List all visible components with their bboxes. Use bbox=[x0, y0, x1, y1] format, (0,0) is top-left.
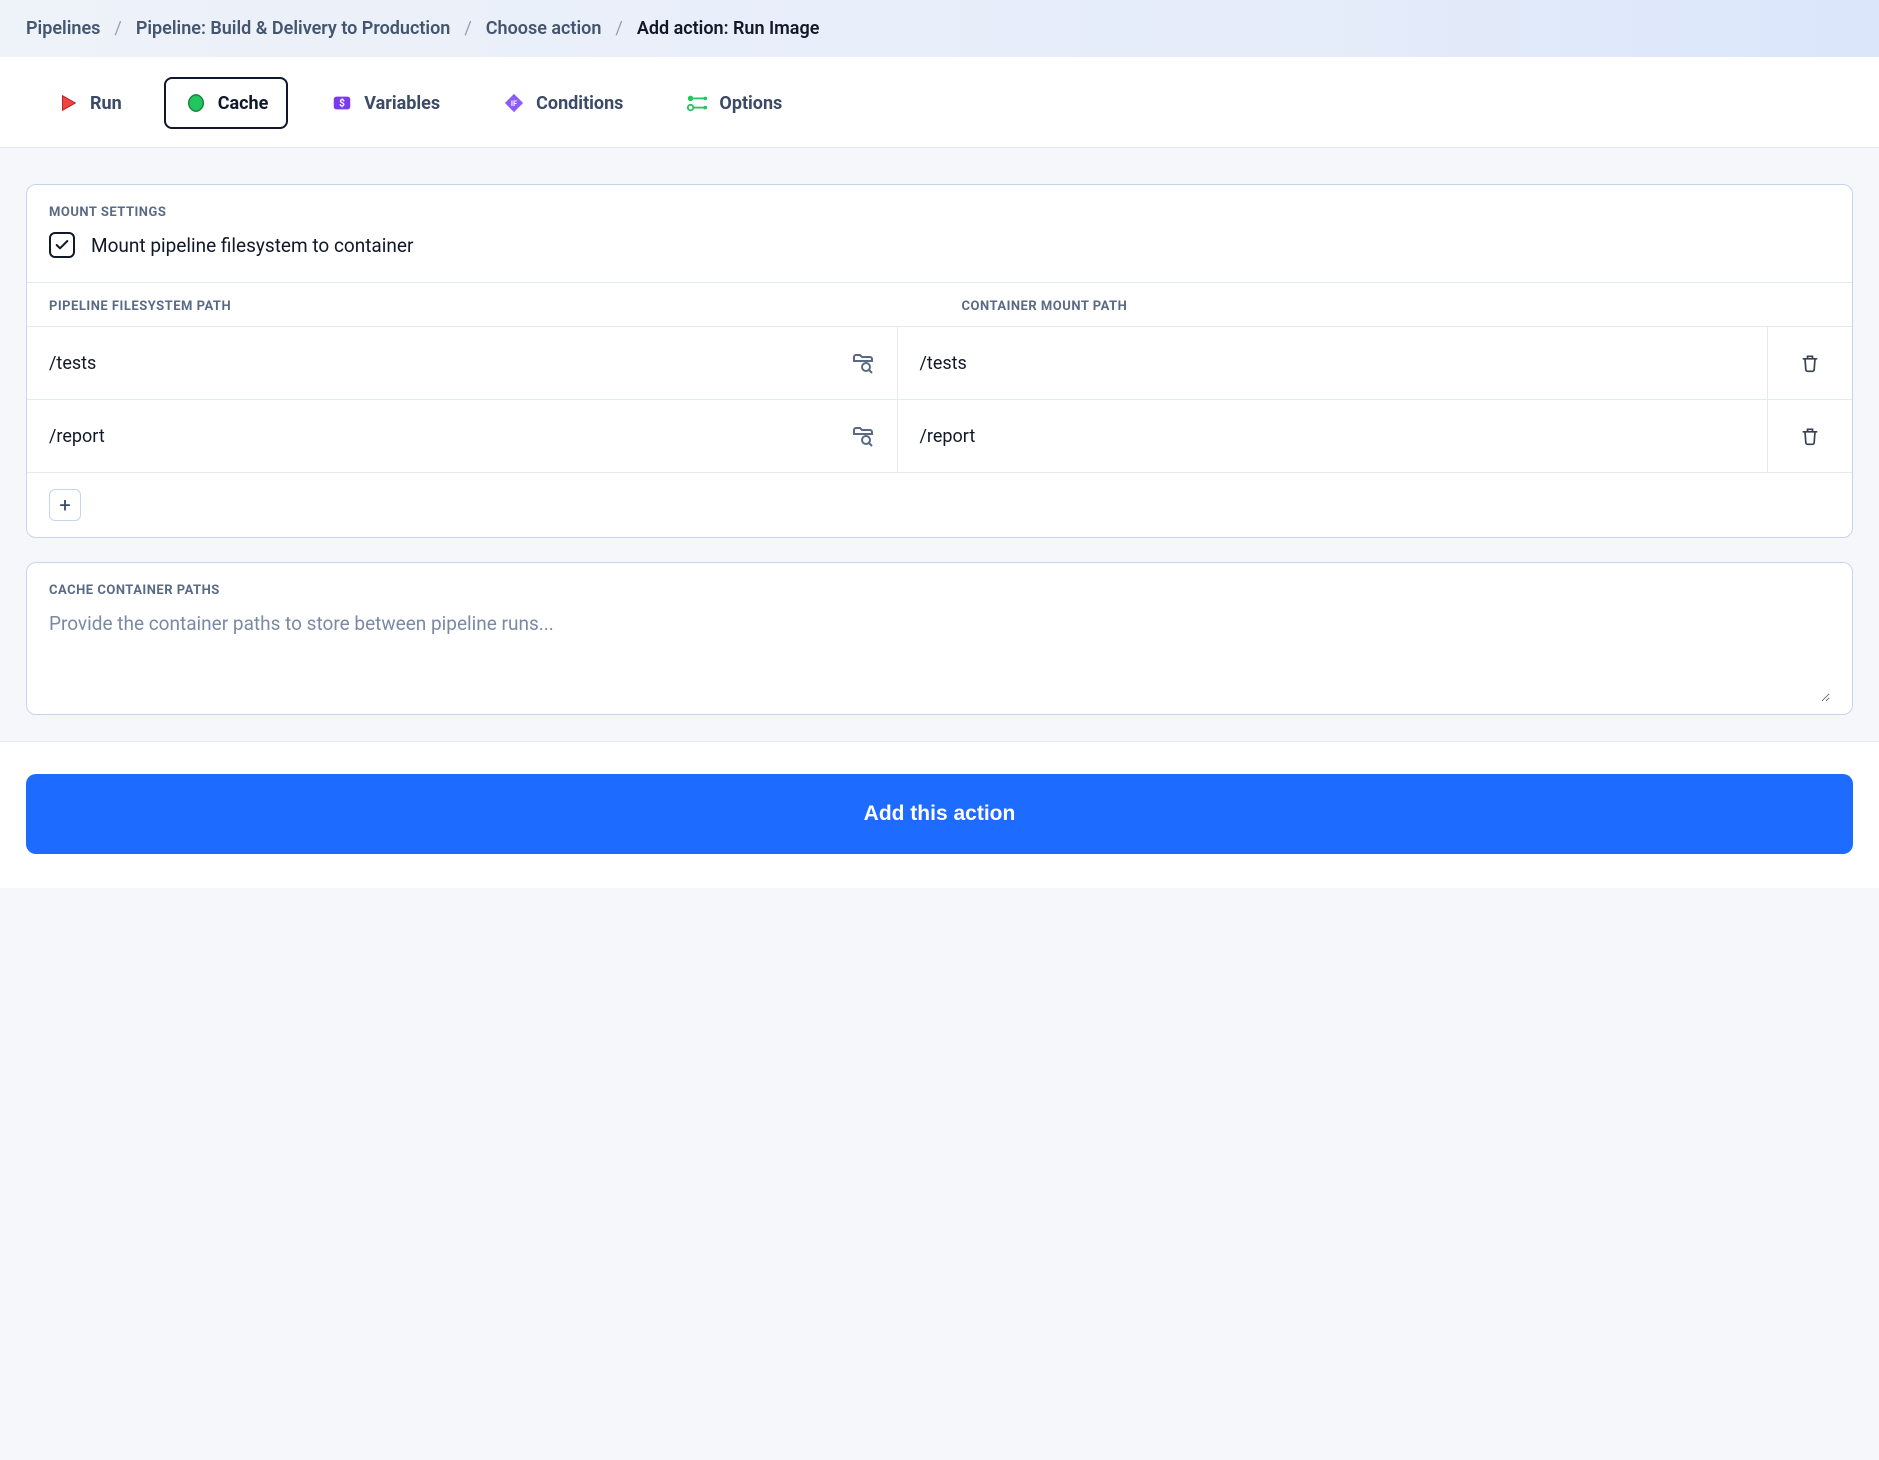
breadcrumb-separator: / bbox=[615, 18, 622, 39]
column-header-container-path: CONTAINER MOUNT PATH bbox=[940, 283, 1853, 326]
container-path-input[interactable]: /tests bbox=[898, 327, 1769, 399]
svg-text:$: $ bbox=[339, 97, 345, 110]
svg-text:IF: IF bbox=[511, 99, 517, 108]
column-header-pipeline-path: PIPELINE FILESYSTEM PATH bbox=[27, 283, 940, 326]
path-value: /report bbox=[49, 426, 105, 447]
breadcrumb-link-pipeline[interactable]: Pipeline: Build & Delivery to Production bbox=[136, 18, 450, 39]
breadcrumb-link-choose-action[interactable]: Choose action bbox=[486, 18, 602, 39]
pipeline-path-input[interactable]: /tests bbox=[27, 327, 898, 399]
dollar-badge-icon: $ bbox=[330, 91, 354, 115]
cache-paths-textarea[interactable] bbox=[49, 612, 1830, 702]
add-path-button[interactable]: + bbox=[49, 489, 81, 521]
mount-row: /report /report bbox=[27, 400, 1852, 473]
breadcrumb-separator: / bbox=[464, 18, 471, 39]
tab-conditions[interactable]: IF Conditions bbox=[482, 77, 643, 129]
breadcrumb-current: Add action: Run Image bbox=[637, 18, 820, 39]
breadcrumb-bar: Pipelines / Pipeline: Build & Delivery t… bbox=[0, 0, 1879, 57]
cache-paths-heading: CACHE CONTAINER PATHS bbox=[49, 583, 1830, 598]
path-value: /report bbox=[920, 426, 976, 447]
check-icon bbox=[54, 237, 70, 253]
breadcrumb-separator: / bbox=[114, 18, 121, 39]
container-path-input[interactable]: /report bbox=[898, 400, 1769, 472]
tabs-bar: Run Cache $ Variables IF Conditions Opti… bbox=[0, 57, 1879, 148]
plus-icon: + bbox=[59, 493, 70, 517]
mount-checkbox[interactable] bbox=[49, 232, 75, 258]
mount-settings-panel: MOUNT SETTINGS Mount pipeline filesystem… bbox=[26, 184, 1853, 538]
trash-icon bbox=[1800, 426, 1820, 446]
tab-label: Conditions bbox=[536, 93, 623, 114]
tab-run[interactable]: Run bbox=[36, 77, 142, 129]
trash-icon bbox=[1800, 353, 1820, 373]
mount-settings-heading: MOUNT SETTINGS bbox=[27, 185, 1852, 232]
tab-options[interactable]: Options bbox=[665, 77, 802, 129]
mount-row: /tests /tests bbox=[27, 327, 1852, 400]
cache-icon bbox=[184, 91, 208, 115]
pipeline-path-input[interactable]: /report bbox=[27, 400, 898, 472]
tab-cache[interactable]: Cache bbox=[164, 77, 289, 129]
tab-label: Cache bbox=[218, 93, 269, 114]
footer-bar: Add this action bbox=[0, 741, 1879, 888]
delete-row-button[interactable] bbox=[1800, 426, 1820, 446]
tab-label: Options bbox=[719, 93, 782, 114]
cache-paths-panel: CACHE CONTAINER PATHS bbox=[26, 562, 1853, 715]
diamond-if-icon: IF bbox=[502, 91, 526, 115]
browse-folder-icon[interactable] bbox=[851, 351, 875, 375]
tab-label: Variables bbox=[364, 93, 440, 114]
breadcrumb: Pipelines / Pipeline: Build & Delivery t… bbox=[26, 18, 1853, 39]
breadcrumb-link-pipelines[interactable]: Pipelines bbox=[26, 18, 100, 39]
tab-variables[interactable]: $ Variables bbox=[310, 77, 460, 129]
add-action-button[interactable]: Add this action bbox=[26, 774, 1853, 854]
delete-row-button[interactable] bbox=[1800, 353, 1820, 373]
tab-label: Run bbox=[90, 93, 122, 114]
browse-folder-icon[interactable] bbox=[851, 424, 875, 448]
path-value: /tests bbox=[920, 353, 967, 374]
options-icon bbox=[685, 91, 709, 115]
path-value: /tests bbox=[49, 353, 96, 374]
mount-checkbox-label: Mount pipeline filesystem to container bbox=[91, 234, 413, 257]
play-icon bbox=[56, 91, 80, 115]
